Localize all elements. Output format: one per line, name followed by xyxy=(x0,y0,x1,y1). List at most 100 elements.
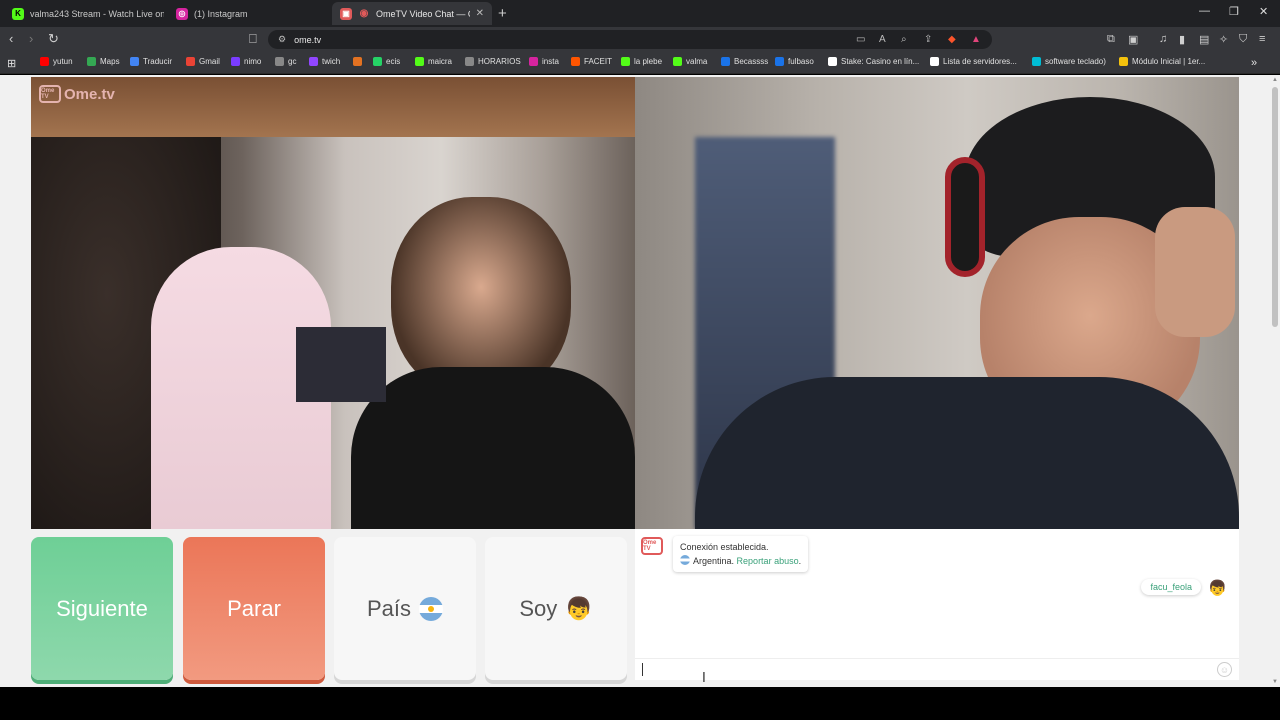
chat-input[interactable]: ☺ xyxy=(635,658,1239,680)
bookmark-yutun[interactable]: yutun xyxy=(40,57,73,66)
bookmark-favicon xyxy=(231,57,240,66)
bookmark-horarios[interactable]: HORARIOS xyxy=(465,57,521,66)
bookmark-label: Stake: Casino en lín... xyxy=(841,57,920,66)
bookmark-faceit[interactable]: FACEIT xyxy=(571,57,612,66)
country-button-label: País xyxy=(366,595,412,621)
cast-icon[interactable]: ▭ xyxy=(856,34,865,45)
minimize-icon[interactable]: — xyxy=(1199,5,1210,17)
gender-button[interactable]: Soy 👦 xyxy=(485,537,627,680)
bookmark-favicon xyxy=(529,57,538,66)
argentina-flag-icon xyxy=(419,596,444,621)
leo-icon[interactable]: ✧ xyxy=(1219,33,1228,46)
bookmark-fulbaso[interactable]: fulbaso xyxy=(775,57,814,66)
brave-shield-icon[interactable]: ◆ xyxy=(948,34,956,45)
window-close-icon[interactable]: ✕ xyxy=(1259,5,1268,18)
vpn-icon[interactable]: ⛉ xyxy=(1239,33,1247,46)
next-button[interactable]: Siguiente xyxy=(31,537,173,680)
bookmark-label: Traducir xyxy=(143,57,173,66)
tab-title: OmeTV Video Chat — Omeg xyxy=(376,8,470,19)
report-abuse-link[interactable]: Reportar abuso xyxy=(737,556,799,566)
bookmark-favicon xyxy=(1119,57,1128,66)
tab-kick[interactable]: K valma243 Stream - Watch Live on Ki xyxy=(4,2,164,25)
bookmark-la-plebe[interactable]: la plebe xyxy=(621,57,662,66)
argentina-flag-icon xyxy=(680,555,690,565)
bookmark-ecis[interactable]: ecis xyxy=(373,57,400,66)
bookmark-traducir[interactable]: Traducir xyxy=(130,57,172,66)
extensions-icon[interactable]: ⧉ xyxy=(1107,33,1115,46)
ometv-page: Ome TV Ome.tv Siguiente Parar País Soy 👦 xyxy=(0,75,1280,687)
bookmark-favicon xyxy=(571,57,580,66)
site-info-icon[interactable]: ⚙ xyxy=(278,34,286,45)
tab-title: (1) Instagram xyxy=(194,8,248,19)
bookmark-maps[interactable]: Maps xyxy=(87,57,120,66)
bookmark-label: Becassss xyxy=(734,57,769,66)
close-tab-icon[interactable]: ✕ xyxy=(476,8,484,19)
tab-strip: K valma243 Stream - Watch Live on Ki ◎ (… xyxy=(0,0,1280,27)
bookmark-favicon xyxy=(87,57,96,66)
bookmark-label: maicra xyxy=(428,57,453,66)
reload-icon[interactable]: ↻ xyxy=(48,32,59,46)
bookmark-label: HORARIOS xyxy=(478,57,521,66)
bookmark-favicon xyxy=(186,57,195,66)
person-shirt xyxy=(695,377,1239,529)
headphones xyxy=(945,157,985,277)
scrollbar-thumb[interactable] xyxy=(1272,87,1278,327)
translate-icon[interactable]: A xyxy=(879,34,886,45)
stop-button[interactable]: Parar xyxy=(183,537,325,680)
bookmark-icon[interactable]: ⎕ xyxy=(249,32,257,46)
back-icon[interactable]: ‹ xyxy=(9,32,13,46)
bookmark-label: FACEIT xyxy=(584,57,613,66)
brave-rewards-icon[interactable]: ▲ xyxy=(971,34,981,45)
bookmark-unnamed[interactable] xyxy=(353,57,366,66)
bookmark-twich[interactable]: twich xyxy=(309,57,340,66)
bookmark-insta[interactable]: insta xyxy=(529,57,559,66)
wallet-icon[interactable]: ▤ xyxy=(1199,33,1209,46)
emoji-icon[interactable]: ☺ xyxy=(1217,662,1232,677)
bookmark-label: Maps xyxy=(100,57,120,66)
connection-status: Conexión establecida. xyxy=(680,542,769,552)
instagram-icon: ◎ xyxy=(176,7,188,20)
bookmark-favicon xyxy=(309,57,318,66)
more-bookmarks-icon[interactable]: » xyxy=(1251,57,1257,69)
page-scrollbar[interactable]: ▲ ▼ xyxy=(1270,75,1280,687)
ceiling-beam xyxy=(31,77,635,137)
bookmark-label: valma xyxy=(686,57,708,66)
next-button-label: Siguiente xyxy=(56,595,148,621)
scroll-down-icon[interactable]: ▼ xyxy=(1272,679,1278,685)
bookmark-gc[interactable]: gc xyxy=(275,57,296,66)
menu-icon[interactable]: ≡ xyxy=(1259,33,1265,45)
stop-button-label: Parar xyxy=(227,595,281,621)
forward-icon[interactable]: › xyxy=(29,32,33,46)
new-tab-icon[interactable]: + xyxy=(498,5,507,22)
tab-ometv[interactable]: ▣ ◉ OmeTV Video Chat — Omeg ✕ xyxy=(332,2,492,25)
bookmark-modulo-inicial[interactable]: Módulo Inicial | 1er... xyxy=(1119,57,1205,66)
sidebar-icon[interactable]: ▮ xyxy=(1179,33,1185,46)
bookmark-label: ecis xyxy=(386,57,401,66)
ometv-logo-text: Ome.tv xyxy=(64,85,115,103)
bookmark-software-teclado[interactable]: software teclado) xyxy=(1032,57,1106,66)
tab-instagram[interactable]: ◎ (1) Instagram xyxy=(168,2,328,25)
bookmark-becassss[interactable]: Becassss xyxy=(721,57,768,66)
bookmarks-bar: ⊞ yutun Maps Traducir Gmail nimo gc twic… xyxy=(0,52,1280,74)
bookmark-label: Módulo Inicial | 1er... xyxy=(1132,57,1206,66)
bookmark-gmail[interactable]: Gmail xyxy=(186,57,220,66)
apps-grid-icon[interactable]: ⊞ xyxy=(7,57,16,70)
gender-button-label: Soy xyxy=(519,595,558,621)
bookmark-servidores[interactable]: Lista de servidores... xyxy=(930,57,1017,66)
bookmark-maicra[interactable]: maicra xyxy=(415,57,452,66)
bookmark-label: la plebe xyxy=(634,57,663,66)
restore-icon[interactable]: ❐ xyxy=(1229,5,1239,18)
bookmark-nimo[interactable]: nimo xyxy=(231,57,261,66)
share-icon[interactable]: ⇪ xyxy=(924,34,932,45)
scroll-up-icon[interactable]: ▲ xyxy=(1272,77,1278,83)
screenshot-icon[interactable]: ▣ xyxy=(1128,33,1138,46)
media-icon[interactable]: ♫ xyxy=(1159,33,1167,45)
bookmark-valma[interactable]: valma xyxy=(673,57,707,66)
bookmark-label: Lista de servidores... xyxy=(943,57,1017,66)
address-bar[interactable]: ⚙ ome.tv ▭ A ⌕ ⇪ ◆ ▲ xyxy=(268,30,992,49)
boy-face-icon: 👦 xyxy=(565,595,593,621)
zoom-icon[interactable]: ⌕ xyxy=(901,34,907,45)
country-button[interactable]: País xyxy=(334,537,476,680)
bookmark-stake[interactable]: Stake: Casino en lín... xyxy=(828,57,919,66)
bookmark-favicon xyxy=(353,57,362,66)
